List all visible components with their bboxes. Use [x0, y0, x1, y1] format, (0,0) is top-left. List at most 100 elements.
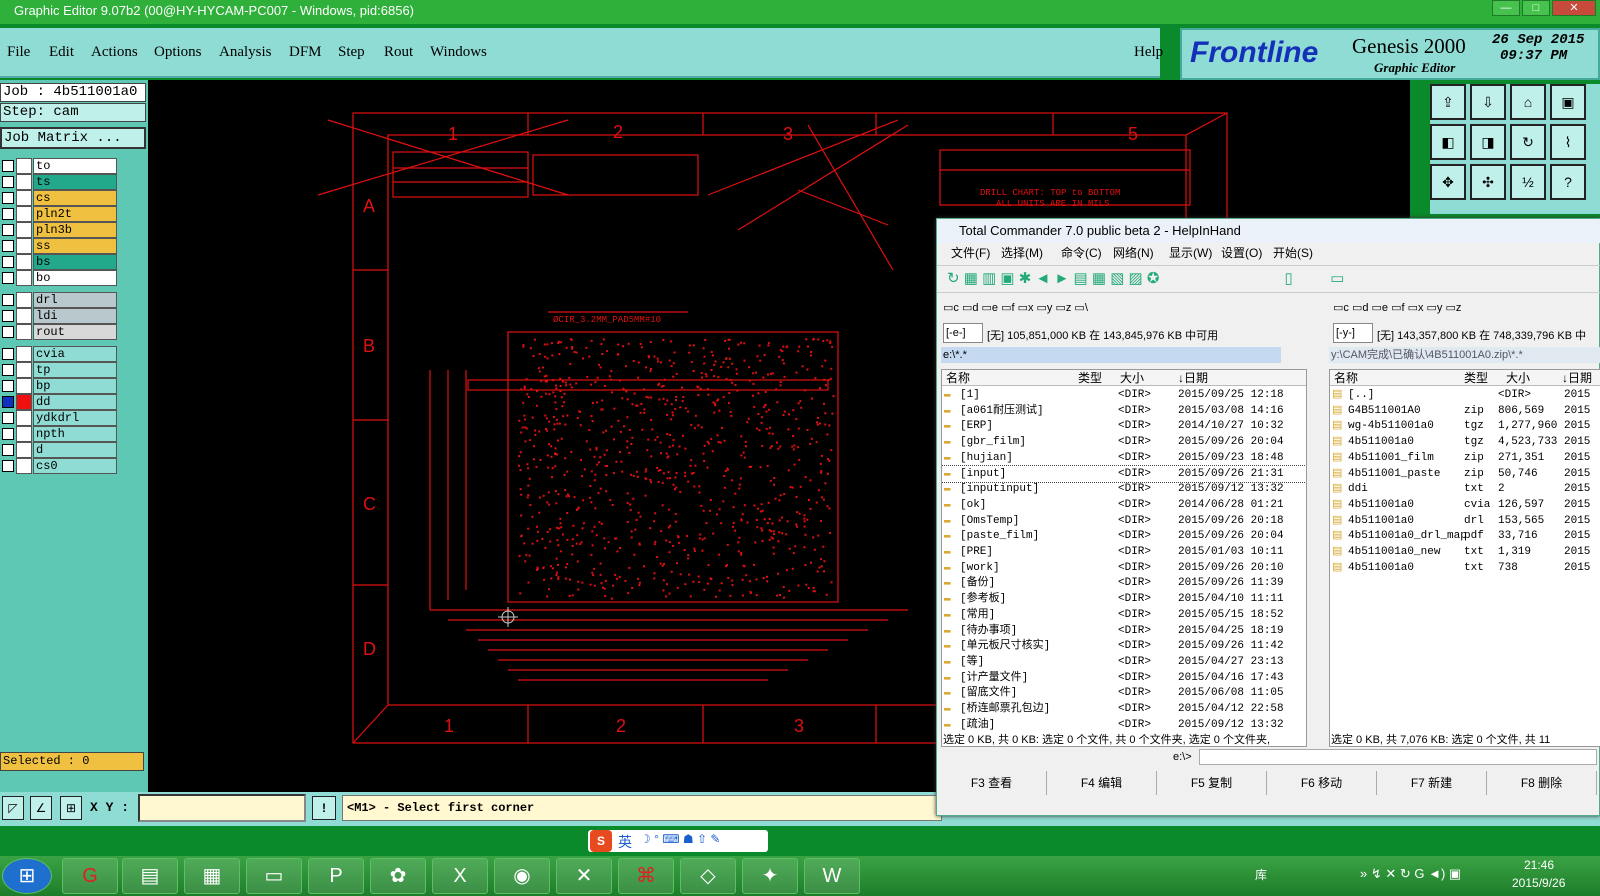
layer-row-ts[interactable]: ts	[0, 174, 118, 190]
layer-color-swatch[interactable]	[16, 394, 32, 410]
layer-name[interactable]: bo	[33, 270, 117, 286]
layer-row-ldi[interactable]: ldi	[0, 308, 118, 324]
genesis-taskbar-icon[interactable]: G	[62, 858, 118, 894]
pan-left-icon[interactable]: ◧	[1430, 124, 1466, 160]
left-file-row[interactable]: ▬ [PRE] <DIR> 2015/01/03 10:11	[942, 544, 1306, 560]
left-file-row[interactable]: ▬ [单元板尺寸核实] <DIR> 2015/09/26 11:42	[942, 638, 1306, 654]
menu-edit[interactable]: Edit	[49, 44, 74, 61]
right-file-row[interactable]: ▤ G4B511001A0 zip 806,569 2015	[1330, 403, 1600, 419]
network-taskbar-icon[interactable]: ✦	[742, 858, 798, 894]
right-file-row[interactable]: ▤ 4b511001_film zip 271,351 2015	[1330, 450, 1600, 466]
tc-menu-network[interactable]: 网络(N)	[1113, 243, 1154, 263]
left-file-row[interactable]: ▬ [备份] <DIR> 2015/09/26 11:39	[942, 575, 1306, 591]
left-file-row[interactable]: ▬ [常用] <DIR> 2015/05/15 18:52	[942, 607, 1306, 623]
layer-name[interactable]: npth	[33, 426, 117, 442]
layer-color-swatch[interactable]	[16, 324, 32, 340]
menu-analysis[interactable]: Analysis	[219, 44, 272, 61]
f3-view-button[interactable]: F3 查看	[937, 771, 1047, 795]
layer-checkbox[interactable]	[2, 326, 14, 338]
left-file-row[interactable]: ▬ [1] <DIR> 2015/09/25 12:18	[942, 387, 1306, 403]
left-file-pane[interactable]: 名称 类型 大小 ↓日期 ▬ [1] <DIR> 2015/09/25 12:18 ▬ […	[941, 369, 1307, 747]
f7-new-button[interactable]: F7 新建	[1377, 771, 1487, 795]
layer-checkbox[interactable]	[2, 224, 14, 236]
explorer-taskbar-icon[interactable]: ◇	[680, 858, 736, 894]
word-taskbar-icon[interactable]: W	[804, 858, 860, 894]
redraw-icon[interactable]: ↻	[1510, 124, 1546, 160]
layer-row-bo[interactable]: bo	[0, 270, 118, 286]
layer-name[interactable]: dd	[33, 394, 117, 410]
left-file-row[interactable]: ▬ [计产量文件] <DIR> 2015/04/16 17:43	[942, 670, 1306, 686]
layer-checkbox[interactable]	[2, 412, 14, 424]
menu-help[interactable]: Help	[1134, 44, 1163, 61]
clock-time[interactable]: 21:46	[1524, 858, 1554, 872]
layer-name[interactable]: ldi	[33, 308, 117, 324]
layer-row-cs[interactable]: cs	[0, 190, 118, 206]
right-path[interactable]: y:\CAM完成\已确认\4B511001A0.zip\*.*	[1329, 347, 1600, 363]
col-type[interactable]: 类型	[1078, 370, 1102, 386]
layer-checkbox[interactable]	[2, 348, 14, 360]
layer-checkbox[interactable]	[2, 256, 14, 268]
left-file-row[interactable]: ▬ [hujian] <DIR> 2015/09/23 18:48	[942, 450, 1306, 466]
layer-row-cvia[interactable]: cvia	[0, 346, 118, 362]
layer-name[interactable]: to	[33, 158, 117, 174]
angle-icon[interactable]: ∠	[30, 796, 52, 820]
menu-windows[interactable]: Windows	[430, 44, 487, 61]
menu-rout[interactable]: Rout	[384, 44, 413, 61]
left-column-header[interactable]: 名称 类型 大小 ↓日期	[942, 370, 1306, 386]
snap-icon[interactable]: ◸	[2, 796, 24, 820]
zoom-down-icon[interactable]: ⇩	[1470, 84, 1506, 120]
layer-color-swatch[interactable]	[16, 174, 32, 190]
fit-window-icon[interactable]: ▣	[1550, 84, 1586, 120]
left-file-row[interactable]: ▬ [gbr_film] <DIR> 2015/09/26 20:04	[942, 434, 1306, 450]
layer-checkbox[interactable]	[2, 176, 14, 188]
layer-name[interactable]: bs	[33, 254, 117, 270]
col-size[interactable]: 大小	[1506, 370, 1530, 386]
left-file-row[interactable]: ▬ [input] <DIR> 2015/09/26 21:31	[942, 464, 1306, 483]
layer-row-bp[interactable]: bp	[0, 378, 118, 394]
tc-menu-command[interactable]: 命令(C)	[1061, 243, 1102, 263]
left-file-row[interactable]: ▬ [桥连邮票孔包边] <DIR> 2015/04/12 22:58	[942, 701, 1306, 717]
right-file-row[interactable]: ▤ 4b511001a0 txt 738 2015	[1330, 560, 1600, 576]
layer-name[interactable]: cs0	[33, 458, 117, 474]
tc-toolbar[interactable]: ↻ ▦ ▥ ▣ ✱ ◄ ► ▤ ▦ ▧ ▨ ✪ ▯ ▭	[937, 265, 1600, 293]
menu-file[interactable]: File	[7, 44, 30, 61]
moon-icon[interactable]: ☽ ° ⌨ ☗ ⇧ ✎	[640, 832, 720, 846]
right-file-pane[interactable]: 名称 类型 大小 ↓日期 ▤ [..] <DIR> 2015 ▤ G4B511001A0 z…	[1329, 369, 1600, 747]
right-drive-select[interactable]: [-y-]	[1333, 323, 1373, 343]
calculator-taskbar-icon[interactable]: ▦	[184, 858, 240, 894]
alert-icon[interactable]: !	[312, 796, 336, 820]
layer-color-swatch[interactable]	[16, 410, 32, 426]
layer-row-ss[interactable]: ss	[0, 238, 118, 254]
layer-row-dd[interactable]: dd	[0, 394, 118, 410]
drive-c-left[interactable]: ▭c ▭d ▭e ▭f ▭x ▭y ▭z ▭\	[943, 299, 1088, 317]
clock-date[interactable]: 2015/9/26	[1512, 876, 1565, 890]
left-path[interactable]: e:\*.*	[941, 347, 1281, 363]
right-file-row[interactable]: ▤ ddi txt 2 2015	[1330, 481, 1600, 497]
layer-row-d[interactable]: d	[0, 442, 118, 458]
menu-actions[interactable]: Actions	[91, 44, 138, 61]
left-file-row[interactable]: ▬ [等] <DIR> 2015/04/27 23:13	[942, 654, 1306, 670]
menu-dfm[interactable]: DFM	[289, 44, 322, 61]
left-file-row[interactable]: ▬ [work] <DIR> 2015/09/26 20:10	[942, 560, 1306, 576]
right-file-row[interactable]: ▤ 4b511001a0_drl_map pdf 33,716 2015	[1330, 528, 1600, 544]
layer-color-swatch[interactable]	[16, 254, 32, 270]
pads-taskbar-icon[interactable]: P	[308, 858, 364, 894]
layer-name[interactable]: tp	[33, 362, 117, 378]
layer-color-swatch[interactable]	[16, 442, 32, 458]
left-file-row[interactable]: ▬ [OmsTemp] <DIR> 2015/09/26 20:18	[942, 513, 1306, 529]
col-type[interactable]: 类型	[1464, 370, 1488, 386]
layer-color-swatch[interactable]	[16, 292, 32, 308]
layer-row-pln2t[interactable]: pln2t	[0, 206, 118, 222]
layer-color-swatch[interactable]	[16, 270, 32, 286]
start-icon[interactable]: ⊞	[2, 858, 52, 894]
maximize-button[interactable]: □	[1522, 0, 1550, 16]
right-file-row[interactable]: ▤ [..] <DIR> 2015	[1330, 387, 1600, 403]
col-date[interactable]: ↓日期	[1562, 370, 1592, 386]
tc-menu-settings[interactable]: 设置(O)	[1221, 243, 1262, 263]
tc-menu-start[interactable]: 开始(S)	[1273, 243, 1313, 263]
layer-row-rout[interactable]: rout	[0, 324, 118, 340]
left-file-row[interactable]: ▬ [a061耐压测试] <DIR> 2015/03/08 14:16	[942, 403, 1306, 419]
f6-move-button[interactable]: F6 移动	[1267, 771, 1377, 795]
tc-menu-view[interactable]: 显示(W)	[1169, 243, 1212, 263]
layer-checkbox[interactable]	[2, 310, 14, 322]
